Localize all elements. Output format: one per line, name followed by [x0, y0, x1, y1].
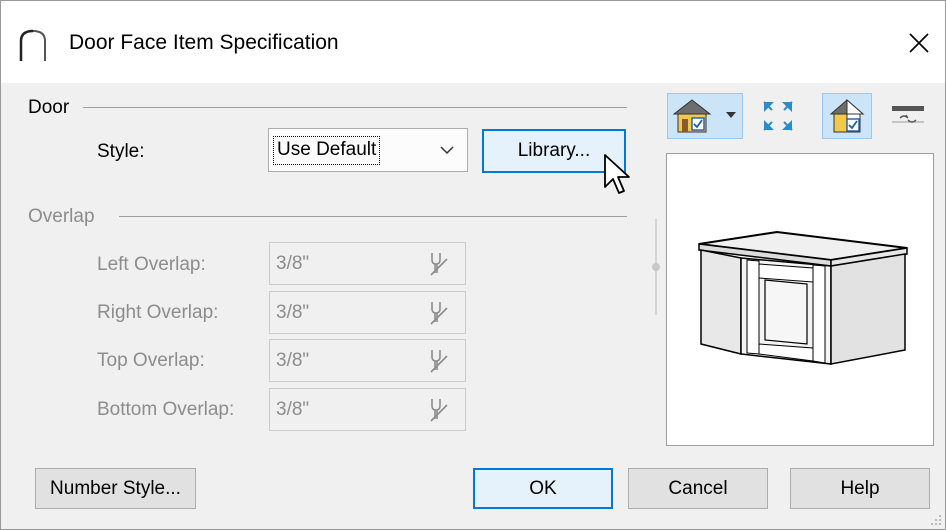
number-style-button[interactable]: Number Style...: [35, 468, 196, 509]
wrench-icon: [430, 399, 448, 422]
style-select[interactable]: Use Default: [268, 128, 468, 172]
door-group-label: Door: [28, 97, 70, 118]
top-overlap-label: Top Overlap:: [97, 350, 205, 371]
window-title: Door Face Item Specification: [69, 31, 339, 54]
cabinet-preview-icon: [698, 230, 908, 365]
top-overlap-value: 3/8": [276, 350, 310, 371]
overlap-group-divider: [119, 216, 627, 217]
splitter-grip[interactable]: [652, 263, 660, 271]
resize-grip-icon[interactable]: [929, 513, 943, 527]
camera-view-dropdown-button[interactable]: [667, 93, 743, 139]
style-label: Style:: [97, 141, 145, 162]
wrench-icon: [430, 350, 448, 373]
help-button[interactable]: Help: [790, 468, 930, 509]
bottom-overlap-value: 3/8": [276, 399, 310, 420]
bottom-overlap-label: Bottom Overlap:: [97, 399, 235, 420]
close-icon: [909, 33, 929, 53]
dialog-window: Door Face Item Specification Door Style:…: [0, 0, 946, 530]
right-overlap-value: 3/8": [276, 302, 310, 323]
left-overlap-input[interactable]: 3/8": [269, 242, 466, 285]
cancel-button[interactable]: Cancel: [628, 468, 768, 509]
camera-view-dropdown-icon: [672, 99, 736, 133]
close-button[interactable]: [899, 23, 939, 63]
preview-pane[interactable]: [666, 153, 934, 446]
top-overlap-input[interactable]: 3/8": [269, 339, 466, 382]
show-color-icon: [829, 98, 865, 133]
ok-button[interactable]: OK: [473, 468, 613, 509]
reverse-button[interactable]: [883, 93, 933, 139]
title-bar: Door Face Item Specification: [1, 1, 945, 83]
left-overlap-label: Left Overlap:: [97, 254, 206, 275]
overlap-group-label: Overlap: [28, 206, 95, 227]
bottom-overlap-input[interactable]: 3/8": [269, 388, 466, 431]
show-color-button[interactable]: [822, 93, 872, 139]
reverse-icon: [892, 106, 924, 123]
wrench-icon: [430, 253, 448, 276]
fill-window-button[interactable]: [753, 93, 803, 139]
chevron-down-icon: [440, 146, 454, 155]
right-overlap-label: Right Overlap:: [97, 302, 219, 323]
door-group-divider: [83, 107, 627, 108]
wrench-icon: [430, 302, 448, 325]
door-arch-icon: [19, 29, 46, 61]
mouse-cursor-icon: [604, 154, 630, 194]
left-overlap-value: 3/8": [276, 253, 310, 274]
fill-window-icon: [763, 101, 793, 131]
style-select-value: Use Default: [273, 136, 381, 165]
right-overlap-input[interactable]: 3/8": [269, 291, 466, 334]
